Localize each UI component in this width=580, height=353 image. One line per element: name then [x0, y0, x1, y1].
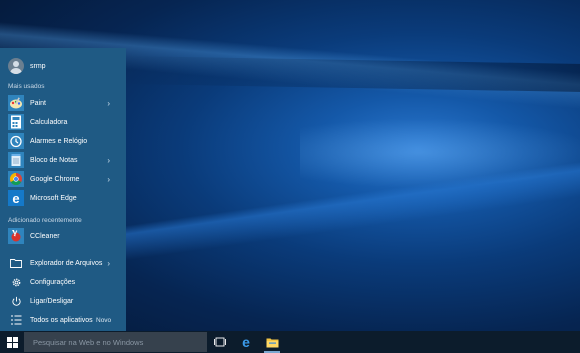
app-label: Alarmes e Relógio	[30, 138, 88, 145]
system-label: Configurações	[30, 279, 76, 286]
windows-logo-icon	[6, 336, 18, 348]
gear-icon	[8, 274, 24, 290]
app-label: CCleaner	[30, 233, 60, 240]
ccleaner-icon	[8, 228, 24, 244]
chevron-right-icon[interactable]: ›	[107, 156, 110, 165]
edge-icon: e	[8, 190, 24, 206]
app-label: Microsoft Edge	[30, 195, 77, 202]
app-label: Google Chrome	[30, 176, 80, 183]
paint-icon	[8, 95, 24, 111]
calculator-icon	[8, 114, 24, 130]
task-view-icon	[214, 337, 226, 347]
system-label: Todos os aplicativos	[30, 317, 93, 324]
app-alarmes[interactable]: Alarmes e Relógio	[0, 132, 126, 151]
start-button[interactable]	[0, 331, 24, 353]
all-apps-icon	[8, 312, 24, 328]
folder-icon	[266, 338, 278, 347]
app-label: Bloco de Notas	[30, 157, 78, 164]
user-avatar-icon	[8, 58, 24, 74]
app-calculadora[interactable]: Calculadora	[0, 113, 126, 132]
most-used-header: Mais usados	[8, 83, 45, 90]
task-view-button[interactable]	[208, 331, 232, 353]
system-label: Ligar/Desligar	[30, 298, 74, 305]
wallpaper-glow	[300, 118, 580, 188]
system-todos-os-aplicativos[interactable]: Todos os aplicativos Novo	[0, 311, 126, 330]
chevron-right-icon[interactable]: ›	[107, 99, 110, 108]
power-icon	[8, 293, 24, 309]
app-google-chrome[interactable]: Google Chrome ›	[0, 170, 126, 189]
folder-icon	[8, 255, 24, 271]
wallpaper-light-beam	[120, 55, 580, 93]
user-name: srmp	[30, 62, 46, 70]
system-label: Explorador de Arquivos	[30, 260, 103, 267]
taskbar-edge-button[interactable]: e	[234, 331, 258, 353]
app-label: Calculadora	[30, 119, 68, 126]
notepad-icon	[8, 152, 24, 168]
app-bloco-de-notas[interactable]: Bloco de Notas ›	[0, 151, 126, 170]
taskbar: Pesquisar na Web e no Windows e	[0, 331, 580, 353]
alarm-clock-icon	[8, 133, 24, 149]
system-ligar-desligar[interactable]: Ligar/Desligar	[0, 292, 126, 311]
app-paint[interactable]: Paint ›	[0, 94, 126, 113]
edge-icon: e	[242, 334, 250, 350]
app-ccleaner[interactable]: CCleaner	[0, 227, 126, 246]
taskbar-file-explorer-button[interactable]	[260, 331, 284, 353]
app-label: Paint	[30, 100, 46, 107]
chrome-icon	[8, 171, 24, 187]
search-placeholder: Pesquisar na Web e no Windows	[33, 338, 144, 347]
app-microsoft-edge[interactable]: e Microsoft Edge	[0, 189, 126, 208]
system-configuracoes[interactable]: Configurações	[0, 273, 126, 292]
recent-header: Adicionado recentemente	[8, 217, 82, 224]
user-account-button[interactable]: srmp	[0, 55, 126, 77]
chevron-right-icon[interactable]: ›	[107, 259, 110, 268]
new-badge: Novo	[96, 317, 112, 324]
search-box[interactable]: Pesquisar na Web e no Windows	[24, 332, 207, 352]
system-explorador[interactable]: Explorador de Arquivos ›	[0, 254, 126, 273]
start-menu: srmp Mais usados Paint › Calculadora Ala…	[0, 48, 126, 331]
chevron-right-icon[interactable]: ›	[107, 175, 110, 184]
